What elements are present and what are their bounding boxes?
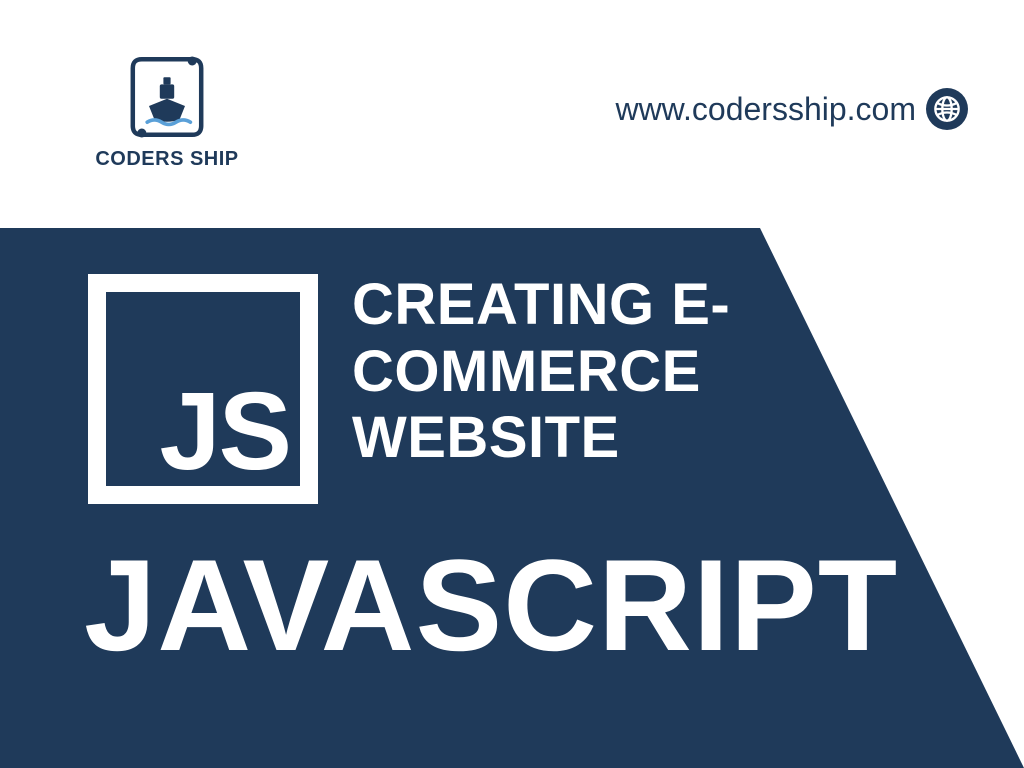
hero-panel: JS CREATING E- COMMERCE WEBSITE JAVASCRI… bbox=[0, 228, 1024, 768]
subtitle-line-2: COMMERCE bbox=[352, 339, 730, 406]
website-url-block: www.codersship.com bbox=[615, 88, 968, 130]
brand-name: CODERS SHIP bbox=[82, 148, 252, 171]
subtitle-line-3: WEBSITE bbox=[352, 405, 730, 472]
globe-icon bbox=[926, 88, 968, 130]
hero-subtitle: CREATING E- COMMERCE WEBSITE bbox=[352, 272, 730, 472]
subtitle-line-1: CREATING E- bbox=[352, 272, 730, 339]
brand-logo-block: CODERS SHIP bbox=[82, 52, 252, 171]
hero-title: JAVASCRIPT bbox=[84, 540, 898, 670]
promo-card: CODERS SHIP www.codersship.com JS CREATI… bbox=[0, 0, 1024, 768]
website-url: www.codersship.com bbox=[615, 91, 916, 128]
ship-logo-icon bbox=[82, 52, 252, 142]
js-logo-box: JS bbox=[88, 274, 318, 504]
js-badge-text: JS bbox=[159, 385, 290, 479]
